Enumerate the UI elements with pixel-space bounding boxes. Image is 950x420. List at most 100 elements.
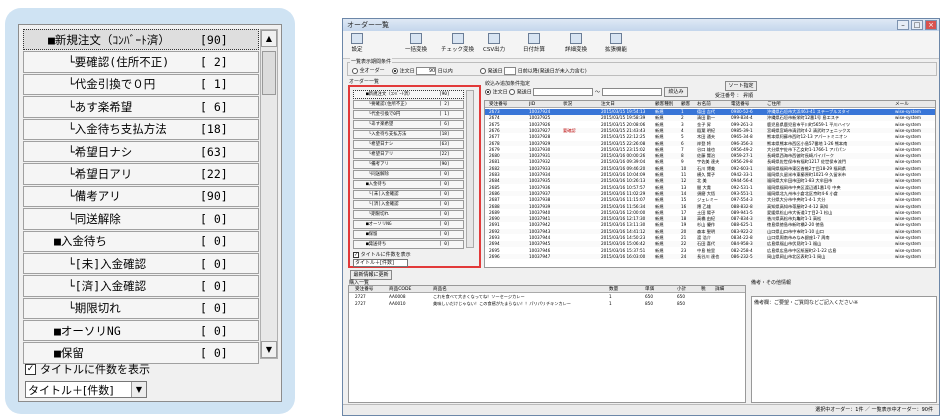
zoom-category-item[interactable]: └あす楽希望 [ 6] [23, 96, 259, 118]
table-row[interactable]: 2693 10037944 2015/03/16 14:50:23 新規 21 渡 浩介 0… [485, 235, 935, 241]
detail-header-cell[interactable]: 数量 [609, 286, 643, 293]
table-row[interactable]: 2688 10037939 2015/03/16 11:56:34 新規 16 隈 乙雄 0… [485, 203, 935, 210]
table-row[interactable]: 2682 10037933 2015/03/16 09:46:20 新規 10 石川 博美… [485, 165, 935, 172]
table-row[interactable]: 2678 10037929 2015/03/15 22:26:08 新規 6 岸登 将 09… [485, 140, 935, 147]
narrow-search-button[interactable]: 絞込み [664, 87, 688, 97]
detail-header-cell[interactable]: 詳細 [715, 286, 741, 293]
category-item[interactable]: └要確認(住所不正) [ 2] [353, 100, 464, 109]
grid-header-cell[interactable]: お名前 [697, 101, 729, 108]
detail-header-cell[interactable]: 商品名 [433, 286, 607, 293]
table-row[interactable]: 2681 10037932 2015/03/16 09:39:04 新規 9 宇佐美 達夫… [485, 159, 935, 165]
zoom-category-item[interactable]: └要確認(住所不正) [ 2] [23, 51, 259, 73]
table-row[interactable]: 2675 10037926 2015/03/15 20:08:06 新規 3 金子 昇 09… [485, 122, 935, 128]
zoom-category-item[interactable]: ■新規注文（ｺﾝﾊﾞｰﾄ済） [90] [23, 29, 259, 51]
table-row[interactable]: 2690 10037941 2015/03/16 12:17:30 新規 18 高橋 由紀… [485, 216, 935, 222]
checkbox-icon[interactable]: ✓ [25, 363, 36, 375]
zoom-category-item[interactable]: ■オーソリNG [ 0] [23, 320, 259, 342]
table-row[interactable]: 2676 10037927 要確認 2015/03/15 21:43:43 新規 4 稲葉 … [485, 127, 935, 134]
zoom-category-item[interactable]: ■入金待ち [ 0] [23, 230, 259, 252]
ship-days-input[interactable] [504, 67, 517, 75]
toolbar-button[interactable]: 一括変換 [405, 33, 427, 53]
category-item[interactable]: └[未]入金確認 [ 0] [353, 190, 464, 199]
category-item[interactable]: ■保留 [ 0] [353, 230, 464, 239]
category-item[interactable]: └入金待ち支払方法 [18] [353, 130, 464, 139]
category-item[interactable]: └代金引換で0円 [ 1] [353, 110, 464, 119]
radio-selected-icon[interactable] [392, 68, 398, 74]
radio-icon[interactable] [352, 67, 358, 74]
side-scrollbar[interactable] [466, 90, 474, 248]
table-row[interactable]: 2685 10037936 2015/03/16 10:57:57 新規 13 間 大貴 0… [485, 185, 935, 191]
table-row[interactable]: 2677 10037928 2015/03/15 22:12:25 新規 5 木田 通夫 0… [485, 134, 935, 140]
category-item[interactable]: └希望日ナシ [63] [353, 140, 464, 149]
detail-row[interactable]: 2727 AA0008 これを食べて大きくなってね！ソーセージカレー 1 650 650 [349, 294, 745, 300]
category-item[interactable]: └[済]入金確認 [ 0] [353, 200, 464, 209]
purchase-detail-grid[interactable]: 受注番号 商品CODE 商品名 数量 単価 小計税詳細 2727 AA0008 これを食べて大き… [348, 285, 746, 403]
toolbar-button[interactable]: CSV出力 [483, 33, 505, 53]
table-row[interactable]: 2683 10037934 2015/03/16 10:04:09 新規 11 横久 賢子… [485, 172, 935, 178]
minimize-button[interactable]: – [897, 20, 909, 30]
order-grid[interactable]: 受注番号 JID 状況 注文日 顧客種別 顧客 お名前 電話番号 ご住所 メール 2673 10037… [484, 100, 936, 268]
detail-header-cell[interactable]: 商品CODE [389, 286, 431, 293]
zoom-category-item[interactable]: └同送解除 [ 0] [23, 208, 259, 230]
chevron-down-icon[interactable]: ▼ [131, 382, 146, 397]
grid-header-cell[interactable]: メール [895, 101, 935, 108]
title-format-select[interactable]: タイトル＋[件数] ▼ [25, 381, 147, 398]
category-item[interactable]: └期限切れ [ 0] [353, 210, 464, 219]
category-item[interactable]: └あす楽希望 [ 6] [353, 120, 464, 129]
filter-all-radio[interactable]: 全オーダー [352, 67, 385, 74]
zoom-category-item[interactable]: └[未]入金確認 [ 0] [23, 252, 259, 275]
detail-header-cell[interactable]: 単価 [645, 286, 675, 293]
grid-header-cell[interactable]: JID [529, 101, 562, 108]
grid-header-cell[interactable]: 顧客種別 [655, 101, 679, 108]
table-row[interactable]: 2673 10037924 2015/03/15 19:54:13 新規 1 德田 吉代 0… [485, 109, 935, 115]
table-row[interactable]: 2691 10037942 2015/03/16 13:11:30 新規 19 杉山 優作… [485, 222, 935, 228]
zoom-category-item[interactable]: └希望日ナシ [63] [23, 140, 259, 163]
grid-header-cell[interactable]: ご住所 [767, 101, 893, 108]
side-title-count-checkbox[interactable]: ✓ タイトルに件数を表示 [353, 251, 411, 258]
maximize-button[interactable]: □ [911, 20, 923, 30]
scroll-up-icon[interactable]: ▲ [261, 30, 277, 47]
scroll-down-icon[interactable]: ▼ [261, 341, 277, 358]
date-from-input[interactable] [533, 88, 594, 96]
radio-icon[interactable] [509, 89, 516, 95]
zoom-category-item[interactable]: └備考アリ [90] [23, 185, 259, 208]
detail-header-cell[interactable]: 税 [701, 286, 713, 293]
zoom-category-item[interactable]: └期限切れ [ 0] [23, 297, 259, 320]
grid-header-cell[interactable]: 顧客 [681, 101, 695, 108]
close-button[interactable]: × [925, 20, 937, 30]
category-item[interactable]: ■オーソリNG [ 0] [353, 220, 464, 229]
category-item[interactable]: └備考アリ [90] [353, 160, 464, 169]
table-row[interactable]: 2689 10037940 2015/03/16 12:00:00 新規 17 土田 陽子… [485, 210, 935, 216]
table-row[interactable]: 2686 10037937 2015/03/16 11:02:29 新規 14 須磨 大悟… [485, 190, 935, 197]
table-row[interactable]: 2692 10037943 2015/03/16 14:41:12 新規 20 森本 聖明… [485, 228, 935, 235]
detail-row[interactable]: 2727 AA0010 美味しいだけじゃない！この食感がたまらない！！パリパリチキン… [349, 301, 745, 307]
table-row[interactable]: 2679 10037930 2015/03/15 23:15:02 新規 7 谷口 雄也 0… [485, 147, 935, 153]
date-to-input[interactable] [601, 88, 662, 96]
filter-order-date-radio[interactable]: 注文日 90 日以内 [392, 67, 453, 75]
zoom-category-item[interactable]: └希望日アリ [22] [23, 163, 259, 185]
zoom-scrollbar[interactable]: ▲ ▼ [260, 29, 278, 359]
category-item[interactable]: ■入金待ち [ 0] [353, 180, 464, 189]
side-title-format-select[interactable]: タイトル＋[件数] [353, 259, 408, 267]
grid-header-cell[interactable]: 状況 [563, 101, 599, 108]
zoom-category-item[interactable]: └入金待ち支払方法 [18] [23, 118, 259, 140]
checkbox-icon[interactable]: ✓ [353, 252, 359, 258]
table-row[interactable]: 2687 10037938 2015/03/16 11:15:07 新規 15 ジェレミー… [485, 197, 935, 203]
zoom-category-item[interactable]: └代金引換で０円 [ 1] [23, 73, 259, 96]
category-item[interactable]: ■発送待ち [ 0] [353, 240, 464, 249]
scroll-thumb[interactable] [262, 51, 276, 95]
detail-header-cell[interactable]: 小計 [677, 286, 699, 293]
toolbar-button[interactable]: 日付計算 [523, 33, 545, 53]
table-row[interactable]: 2684 10037935 2015/03/16 10:26:13 新規 12 北 美 09… [485, 178, 935, 184]
title-count-checkbox[interactable]: ✓ タイトルに件数を表示 [25, 361, 150, 377]
category-item[interactable]: └同送解除 [ 0] [353, 170, 464, 179]
table-row[interactable]: 2680 10037931 2015/03/16 00:00:26 新規 8 佐藤 賢治 0… [485, 153, 935, 159]
filter-ship-date-radio[interactable]: 発送日 日前以降(発送日が未入力含む) [480, 67, 587, 75]
toolbar-button[interactable]: 拡張機能 [605, 33, 627, 53]
narrow-order-radio[interactable]: 注文日 発送日 ～ [485, 88, 662, 96]
table-row[interactable]: 2674 10037925 2015/03/15 19:58:39 新規 2 清田 勤一 0… [485, 115, 935, 121]
radio-icon[interactable] [480, 68, 486, 74]
detail-header-cell[interactable]: 受注番号 [355, 286, 387, 293]
grid-header-cell[interactable]: 電話番号 [731, 101, 765, 108]
toolbar-button[interactable]: 詳細変換 [565, 33, 587, 53]
